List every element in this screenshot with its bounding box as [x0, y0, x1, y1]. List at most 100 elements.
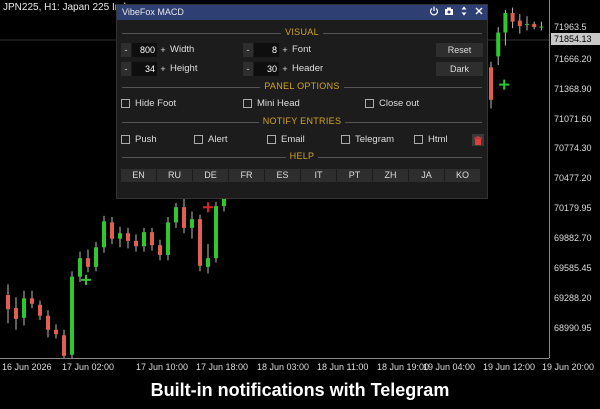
candle-body — [158, 245, 162, 255]
price-label: 71368.90 — [554, 84, 592, 94]
candle-body — [70, 276, 74, 355]
lang-button-en[interactable]: EN — [121, 169, 156, 182]
header-stepper[interactable]: - 30 + Header — [243, 62, 353, 76]
section-visual: VISUAL — [122, 27, 482, 39]
telegram-checkbox[interactable]: Telegram — [341, 134, 411, 146]
close-icon[interactable] — [473, 6, 485, 18]
checkbox-label: Html — [428, 134, 448, 145]
checkbox-box[interactable] — [267, 135, 276, 144]
candle-body — [190, 219, 194, 228]
section-title-notify-entries: NOTIFY ENTRIES — [258, 116, 346, 126]
lang-button-zh[interactable]: ZH — [373, 169, 408, 182]
lang-button-ko[interactable]: KO — [445, 169, 480, 182]
checkbox-box[interactable] — [194, 135, 203, 144]
checkbox-label: Telegram — [355, 134, 395, 145]
checkbox-box[interactable] — [365, 99, 374, 108]
reset-button[interactable]: Reset — [436, 43, 483, 57]
price-label: 69882.70 — [554, 233, 592, 243]
close-out-checkbox[interactable]: Close out — [365, 98, 445, 110]
width-stepper[interactable]: - 800 + Width — [121, 43, 231, 57]
dark-button[interactable]: Dark — [436, 62, 483, 76]
section-title-panel-options: PANEL OPTIONS — [260, 81, 344, 91]
price-axis[interactable]: 71963.5 71854.13 71666.20 71368.90 71071… — [549, 0, 600, 358]
price-label: 69288.20 — [554, 293, 592, 303]
hide-foot-checkbox[interactable]: Hide Foot — [121, 98, 201, 110]
sell-marker — [203, 202, 213, 213]
html-checkbox[interactable]: Html — [414, 134, 464, 146]
lang-button-es[interactable]: ES — [265, 169, 300, 182]
width-decrease-button[interactable]: - — [121, 43, 131, 57]
candle-body — [532, 23, 537, 28]
checkbox-box[interactable] — [341, 135, 350, 144]
buy-marker — [81, 274, 91, 285]
buy-marker — [499, 79, 510, 90]
candle-body — [174, 207, 178, 223]
candle-body — [126, 233, 130, 241]
checkbox-label: Email — [281, 134, 305, 145]
section-panel-options: PANEL OPTIONS — [122, 81, 482, 93]
candle-body — [102, 221, 106, 248]
section-help: HELP — [122, 151, 482, 163]
time-label: 18 Jun 11:00 — [317, 362, 369, 372]
header-decrease-button[interactable]: - — [243, 62, 253, 76]
checkbox-label: Hide Foot — [135, 98, 177, 109]
candle-body — [14, 308, 18, 319]
lang-button-fr[interactable]: FR — [229, 169, 264, 182]
checkbox-box[interactable] — [414, 135, 423, 144]
email-checkbox[interactable]: Email — [267, 134, 327, 146]
camera-icon[interactable] — [443, 6, 455, 18]
caption-text: Built-in notifications with Telegram — [150, 380, 450, 400]
push-checkbox[interactable]: Push — [121, 134, 181, 146]
lang-button-ru[interactable]: RU — [157, 169, 192, 182]
candle-body — [150, 232, 154, 246]
macd-panel[interactable]: VibeFox MACD VISUAL - 800 + Width - 34 +… — [116, 4, 488, 199]
time-label: 17 Jun 18:00 — [196, 362, 249, 372]
candle-body — [78, 258, 82, 277]
panel-header[interactable]: VibeFox MACD — [117, 5, 487, 20]
candle-body — [539, 26, 544, 28]
checkbox-box[interactable] — [121, 135, 130, 144]
height-increase-button[interactable]: + — [158, 62, 168, 76]
checkbox-box[interactable] — [243, 99, 252, 108]
section-notify-entries: NOTIFY ENTRIES — [122, 116, 482, 128]
height-value[interactable]: 34 — [132, 62, 157, 76]
current-price-badge: 71854.13 — [551, 33, 600, 45]
checkbox-label: Alert — [208, 134, 228, 145]
caption-bar: Built-in notifications with Telegram — [0, 373, 600, 409]
time-label: 17 Jun 10:00 — [136, 362, 189, 372]
checkbox-box[interactable] — [121, 99, 130, 108]
lang-button-it[interactable]: IT — [301, 169, 336, 182]
time-label: 17 Jun 02:00 — [62, 362, 115, 372]
font-increase-button[interactable]: + — [280, 43, 290, 57]
lang-button-pt[interactable]: PT — [337, 169, 372, 182]
font-value[interactable]: 8 — [254, 43, 279, 57]
move-icon[interactable] — [458, 6, 470, 18]
header-value[interactable]: 30 — [254, 62, 279, 76]
width-increase-button[interactable]: + — [158, 43, 168, 57]
font-stepper[interactable]: - 8 + Font — [243, 43, 353, 57]
lang-button-ja[interactable]: JA — [409, 169, 444, 182]
height-decrease-button[interactable]: - — [121, 62, 131, 76]
candle-body — [22, 298, 26, 318]
time-label: 18 Jun 03:00 — [257, 362, 310, 372]
candle-body — [503, 13, 508, 33]
candle-body — [496, 32, 501, 57]
candle-body — [182, 207, 186, 228]
font-decrease-button[interactable]: - — [243, 43, 253, 57]
power-icon[interactable] — [428, 6, 440, 18]
width-value[interactable]: 800 — [132, 43, 157, 57]
header-increase-button[interactable]: + — [280, 62, 290, 76]
height-stepper[interactable]: - 34 + Height — [121, 62, 231, 76]
candle-body — [110, 222, 114, 239]
candle-body — [142, 232, 146, 247]
time-label: 19 Jun 12:00 — [483, 362, 536, 372]
price-label: 71071.60 — [554, 114, 592, 124]
alert-checkbox[interactable]: Alert — [194, 134, 254, 146]
panel-title: VibeFox MACD — [122, 7, 184, 17]
mini-head-checkbox[interactable]: Mini Head — [243, 98, 323, 110]
time-axis[interactable]: 16 Jun 2026 17 Jun 02:00 17 Jun 10:00 17… — [0, 358, 595, 373]
candle-body — [489, 67, 493, 100]
trash-icon[interactable] — [472, 134, 484, 146]
price-label: 68990.95 — [554, 323, 592, 333]
lang-button-de[interactable]: DE — [193, 169, 228, 182]
